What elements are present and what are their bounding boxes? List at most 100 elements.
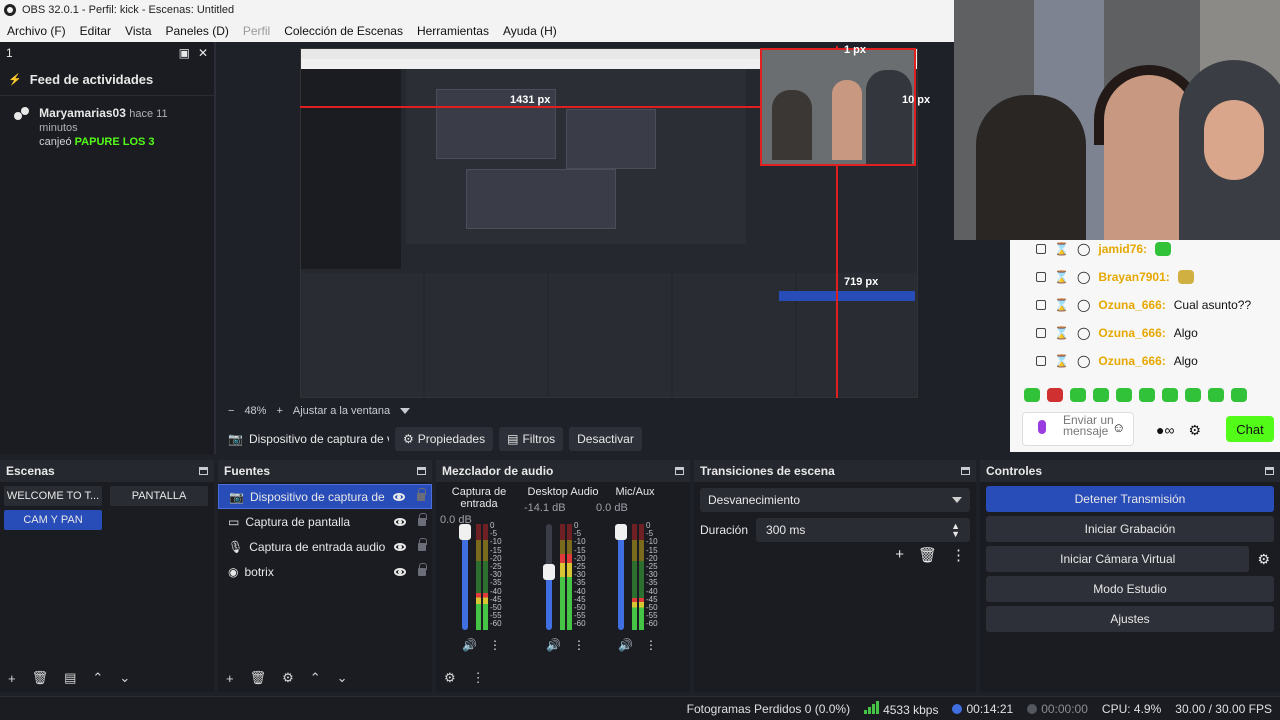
- mixer-title: Mezclador de audio: [442, 464, 554, 478]
- scene-item[interactable]: PANTALLA: [110, 486, 208, 506]
- float-dock-icon[interactable]: [675, 467, 684, 475]
- emote-icon[interactable]: [1116, 388, 1132, 402]
- emote-icon[interactable]: [1070, 388, 1086, 402]
- chevron-up-icon[interactable]: ⌃: [310, 670, 321, 686]
- lock-icon[interactable]: [417, 487, 426, 501]
- preview-canvas[interactable]: 1 px 1431 px 10 px 719 px: [218, 42, 954, 402]
- trash-icon[interactable]: 🗑: [918, 546, 937, 564]
- visibility-eye-icon[interactable]: [394, 517, 406, 526]
- emote-icon[interactable]: [1208, 388, 1224, 402]
- start-recording-button[interactable]: Iniciar Grabación: [986, 516, 1274, 542]
- gear-icon[interactable]: ⚙: [1257, 551, 1270, 568]
- microphone-icon[interactable]: [1038, 420, 1046, 434]
- menu-herramientas[interactable]: Herramientas: [410, 24, 496, 38]
- timeout-icon[interactable]: ⌛: [1054, 242, 1069, 256]
- visibility-eye-icon[interactable]: [394, 567, 406, 576]
- stop-streaming-button[interactable]: Detener Transmisión: [986, 486, 1274, 512]
- spinner-arrows-icon[interactable]: ▲ ▼: [951, 522, 960, 539]
- duration-input[interactable]: 300 ms ▲ ▼: [756, 518, 970, 542]
- more-options-icon[interactable]: ⋮: [573, 638, 585, 652]
- channel-name: Desktop Audio: [527, 486, 599, 498]
- source-item[interactable]: 📷Dispositivo de captura de vídeo: [218, 484, 432, 509]
- settings-gear-icon[interactable]: ⚙: [1188, 422, 1201, 439]
- add-icon[interactable]: +: [895, 546, 904, 564]
- zoom-in-button[interactable]: +: [276, 405, 282, 417]
- speaker-icon[interactable]: 🔊: [546, 638, 561, 652]
- users-icon[interactable]: ●∞: [1156, 422, 1174, 439]
- menu-coleccion-escenas[interactable]: Colección de Escenas: [277, 24, 410, 38]
- float-dock-icon[interactable]: [417, 467, 426, 475]
- lock-icon[interactable]: [418, 562, 427, 576]
- chevron-down-icon[interactable]: [400, 408, 411, 414]
- timeout-icon[interactable]: ⌛: [1054, 298, 1069, 312]
- filter-icon[interactable]: ▤: [64, 670, 76, 686]
- chevron-up-icon[interactable]: ⌃: [92, 670, 103, 686]
- more-options-icon[interactable]: ⋮: [645, 638, 657, 652]
- emote-icon[interactable]: [1047, 388, 1063, 402]
- menu-ayuda[interactable]: Ayuda (H): [496, 24, 564, 38]
- chevron-down-icon[interactable]: ⌄: [119, 670, 130, 686]
- trash-icon[interactable]: [1036, 272, 1046, 282]
- fit-window-select[interactable]: Ajustar a la ventana: [293, 405, 390, 417]
- settings-button[interactable]: Ajustes: [986, 606, 1274, 632]
- emote-icon[interactable]: [1139, 388, 1155, 402]
- timeout-icon[interactable]: ⌛: [1054, 270, 1069, 284]
- volume-slider[interactable]: [543, 524, 555, 630]
- trash-icon[interactable]: 🗑: [32, 670, 49, 686]
- add-icon[interactable]: +: [226, 671, 234, 686]
- trash-icon[interactable]: [1036, 300, 1046, 310]
- volume-slider[interactable]: [459, 524, 471, 630]
- visibility-eye-icon[interactable]: [394, 542, 406, 551]
- emote-icon[interactable]: [1024, 388, 1040, 402]
- emote-icon[interactable]: [1162, 388, 1178, 402]
- selected-source-bounds[interactable]: [760, 48, 916, 166]
- trash-icon[interactable]: 🗑: [250, 670, 267, 686]
- filters-button[interactable]: ▤ Filtros: [499, 427, 564, 451]
- advanced-audio-icon[interactable]: ⚙: [444, 670, 456, 686]
- studio-mode-button[interactable]: Modo Estudio: [986, 576, 1274, 602]
- close-dock-icon[interactable]: ✕: [198, 46, 208, 60]
- lock-icon[interactable]: [418, 537, 427, 551]
- emote-icon[interactable]: [1231, 388, 1247, 402]
- source-item[interactable]: 🎙 Captura de entrada audio: [218, 534, 432, 559]
- source-item[interactable]: ▭ Captura de pantalla: [218, 509, 432, 534]
- lock-icon[interactable]: [418, 512, 427, 526]
- timeout-icon[interactable]: ⌛: [1054, 354, 1069, 368]
- source-item[interactable]: ◉ botrix: [218, 559, 432, 584]
- menu-paneles[interactable]: Paneles (D): [159, 24, 236, 38]
- float-dock-icon[interactable]: ▣: [179, 46, 190, 60]
- menu-editar[interactable]: Editar: [73, 24, 118, 38]
- add-icon[interactable]: +: [8, 671, 16, 686]
- more-options-icon[interactable]: ⋮: [951, 546, 966, 564]
- chat-send-button[interactable]: Chat: [1226, 416, 1274, 442]
- emote-icon[interactable]: [1185, 388, 1201, 402]
- visibility-eye-icon[interactable]: [393, 492, 405, 501]
- trash-icon[interactable]: [1036, 356, 1046, 366]
- timeout-icon[interactable]: ⌛: [1054, 326, 1069, 340]
- start-virtual-camera-button[interactable]: Iniciar Cámara Virtual: [986, 546, 1250, 572]
- chevron-down-icon[interactable]: ⌄: [337, 670, 348, 686]
- menu-perfil[interactable]: Perfil: [236, 24, 277, 38]
- scene-item[interactable]: WELCOME TO T...: [4, 486, 102, 506]
- activity-dock-tab[interactable]: 1: [6, 46, 13, 60]
- float-dock-icon[interactable]: [1265, 467, 1274, 475]
- speaker-icon[interactable]: 🔊: [618, 638, 633, 652]
- more-options-icon[interactable]: ⋮: [489, 638, 501, 652]
- gear-icon[interactable]: ⚙: [282, 670, 294, 686]
- emoji-icon[interactable]: ☺: [1112, 420, 1125, 435]
- emote-icon[interactable]: [1093, 388, 1109, 402]
- menu-vista[interactable]: Vista: [118, 24, 158, 38]
- properties-button[interactable]: ⚙ Propiedades: [394, 427, 494, 451]
- more-options-icon[interactable]: ⋮: [472, 670, 485, 686]
- trash-icon[interactable]: [1036, 244, 1046, 254]
- scene-item-selected[interactable]: CAM Y PAN: [4, 510, 102, 530]
- float-dock-icon[interactable]: [199, 467, 208, 475]
- trash-icon[interactable]: [1036, 328, 1046, 338]
- menu-archivo[interactable]: Archivo (F): [0, 24, 73, 38]
- transition-select[interactable]: Desvanecimiento: [700, 488, 970, 512]
- volume-slider[interactable]: [615, 524, 627, 630]
- deactivate-button[interactable]: Desactivar: [569, 427, 642, 451]
- speaker-icon[interactable]: 🔊: [462, 638, 477, 652]
- zoom-out-button[interactable]: −: [228, 405, 234, 417]
- float-dock-icon[interactable]: [961, 467, 970, 475]
